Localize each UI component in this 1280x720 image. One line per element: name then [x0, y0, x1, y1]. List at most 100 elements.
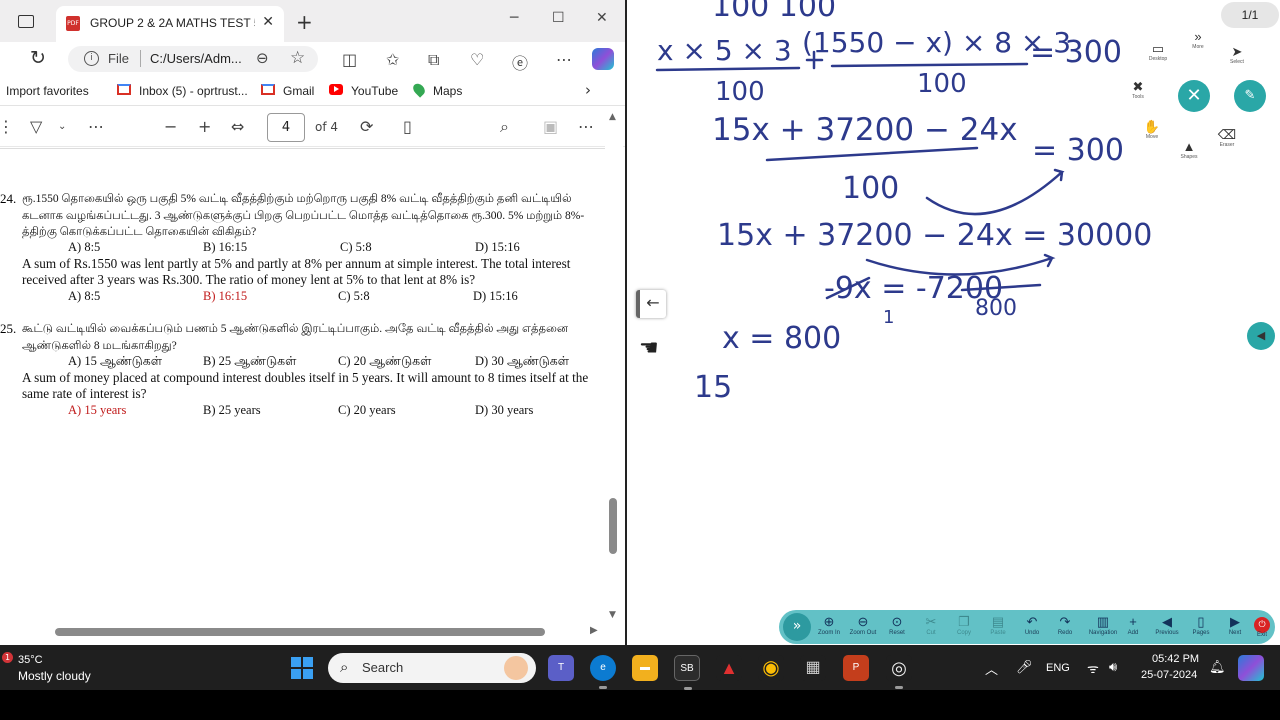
- browser-essentials-icon[interactable]: ♡: [470, 50, 484, 69]
- close-menu-icon[interactable]: ✕: [1178, 80, 1210, 112]
- horizontal-scroll-thumb[interactable]: [55, 628, 545, 636]
- info-icon[interactable]: i: [84, 51, 99, 66]
- highlight-icon[interactable]: ▽: [30, 117, 42, 136]
- volume-icon[interactable]: 🔊︎: [1109, 659, 1117, 675]
- search-icon[interactable]: ⌕: [500, 117, 509, 137]
- sb-whiteboard-icon[interactable]: SB: [674, 655, 700, 690]
- contents-icon[interactable]: ⋮: [0, 117, 14, 136]
- favorite-star-icon[interactable]: ☆: [290, 48, 305, 68]
- expand-toolbar-icon[interactable]: »: [783, 613, 811, 641]
- screen: PDF GROUP 2 & 2A MATHS TEST 5 2 ✕ + ─ ☐ …: [0, 0, 1280, 720]
- minimize-icon[interactable]: ─: [510, 10, 518, 26]
- maximize-icon[interactable]: ☐: [552, 10, 565, 26]
- tool-desktop[interactable]: ▭ Desktop: [1138, 42, 1178, 63]
- language-indicator[interactable]: ENG: [1046, 662, 1070, 674]
- microphone-icon[interactable]: 🎤︎: [1016, 659, 1033, 675]
- zoom-out-icon[interactable]: −: [164, 117, 177, 136]
- btn-label: Paste: [990, 630, 1006, 636]
- pages-icon: ▯: [1197, 614, 1205, 629]
- file-explorer-icon[interactable]: ▬: [632, 655, 658, 681]
- tab-actions-icon[interactable]: [18, 15, 34, 28]
- cut-button[interactable]: ✂ Cut: [914, 614, 948, 636]
- previous-page-button[interactable]: ◀ Previous: [1150, 614, 1184, 636]
- undo-button[interactable]: ↶ Undo: [1015, 614, 1049, 636]
- fav-inbox[interactable]: Inbox (5) - oprtrust...: [139, 84, 248, 98]
- pen-tool[interactable]: ✎: [1234, 80, 1266, 112]
- tool-select[interactable]: ➤ Select: [1217, 45, 1257, 66]
- app-triangle-icon[interactable]: ▲: [716, 655, 742, 681]
- scroll-right-icon[interactable]: ▶: [590, 625, 598, 636]
- exit-button[interactable]: ⏻: [1254, 617, 1270, 633]
- paste-button[interactable]: ▤ Paste: [981, 614, 1015, 636]
- refresh-icon[interactable]: ↻: [30, 47, 46, 69]
- tool-eraser[interactable]: ⌫ Eraser: [1207, 128, 1247, 149]
- url-field[interactable]: i File C:/Users/Adm... ⊖ ☆: [68, 46, 318, 72]
- scroll-up-icon[interactable]: ▲: [609, 112, 616, 122]
- wifi-icon[interactable]: ᯤ: [1087, 659, 1099, 677]
- address-bar: ↻ i File C:/Users/Adm... ⊖ ☆ ◫ ✩ ⧉ ♡ ⓔ ⋯: [0, 42, 625, 76]
- pdf-more-icon[interactable]: ⋯: [578, 117, 594, 136]
- scroll-down-icon[interactable]: ▼: [609, 610, 616, 620]
- chevron-right-icon[interactable]: ›: [585, 81, 591, 99]
- fit-width-icon[interactable]: ⇔: [231, 117, 244, 136]
- reset-button[interactable]: ⊙ Reset: [880, 614, 914, 636]
- tab-close-icon[interactable]: ✕: [262, 14, 274, 30]
- add-page-button[interactable]: + Add: [1116, 614, 1150, 636]
- more-dots-icon[interactable]: ⋯: [556, 50, 572, 69]
- btn-label: Exit: [1256, 632, 1267, 638]
- fav-gmail[interactable]: Gmail: [283, 84, 314, 98]
- zoom-icon[interactable]: ⊖: [256, 49, 269, 67]
- new-tab-icon[interactable]: +: [296, 10, 313, 34]
- rotate-icon[interactable]: ⟳: [360, 117, 373, 136]
- clock-time[interactable]: 05:42 PM: [1152, 653, 1199, 665]
- collapse-panel-icon[interactable]: ←: [636, 290, 666, 318]
- powerpoint-icon[interactable]: P: [843, 655, 869, 681]
- whiteboard[interactable]: 100 100 x × 5 × 3 100 (1550 − x) × 8 × 3…: [625, 0, 1280, 650]
- tool-more[interactable]: » More: [1178, 30, 1218, 51]
- copilot-icon[interactable]: [592, 48, 614, 70]
- reset-icon: ⊙: [891, 614, 903, 629]
- split-screen-icon[interactable]: ◫: [342, 50, 357, 69]
- tool-tools[interactable]: ✖ Tools: [1118, 80, 1158, 101]
- vertical-scroll-thumb[interactable]: [609, 498, 617, 554]
- page-number-input[interactable]: 4: [267, 113, 305, 142]
- screen-tool-icon[interactable]: ▦: [800, 655, 826, 681]
- pdf-toolbar: ⋮ ▽ ⌄ ⋯ − + ⇔ 4 of 4 ⟳ ▯ ⌕ ▣ ⋯: [0, 107, 625, 147]
- redo-button[interactable]: ↷ Redo: [1048, 614, 1082, 636]
- fav-maps[interactable]: Maps: [433, 84, 462, 98]
- clock-date[interactable]: 25-07-2024: [1141, 669, 1197, 681]
- recorder-icon[interactable]: ◎: [886, 655, 912, 689]
- copy-button[interactable]: ❐ Copy: [947, 614, 981, 636]
- chevron-down-icon[interactable]: ⌄: [58, 121, 66, 132]
- pages-button[interactable]: ▯ Pages: [1184, 614, 1218, 636]
- zoom-in-icon[interactable]: +: [198, 117, 211, 136]
- page-view-icon[interactable]: ▯: [403, 117, 412, 136]
- page-indicator[interactable]: 1/1: [1221, 2, 1279, 28]
- tool-shapes[interactable]: ▲ Shapes: [1169, 140, 1209, 161]
- chrome-icon[interactable]: ◉: [758, 655, 784, 681]
- tool-move[interactable]: ✋ Move: [1132, 120, 1172, 141]
- fav-youtube[interactable]: YouTube: [351, 84, 398, 98]
- window-close-icon[interactable]: ✕: [596, 10, 608, 26]
- pan-hand-icon[interactable]: ☚: [639, 336, 659, 361]
- zoom-in-button[interactable]: ⊕ Zoom In: [812, 614, 846, 636]
- save-icon[interactable]: ▣: [543, 117, 558, 136]
- edge-extension-icon[interactable]: ⓔ: [512, 50, 528, 74]
- copilot-taskbar-icon[interactable]: [1238, 655, 1264, 681]
- show-hidden-icons[interactable]: ︿: [985, 659, 998, 678]
- expand-sidebar-icon[interactable]: ◀: [1247, 322, 1275, 350]
- taskbar-search[interactable]: ⌕ Search: [328, 653, 536, 683]
- fraction-line: [655, 66, 801, 72]
- fav-import-favorites[interactable]: Import favorites: [6, 84, 89, 98]
- collections-icon[interactable]: ⧉: [428, 50, 439, 70]
- edge-icon[interactable]: e: [590, 655, 616, 689]
- start-windows-icon[interactable]: [291, 657, 313, 679]
- favorites-icon[interactable]: ✩: [386, 50, 399, 69]
- teams-icon[interactable]: T: [548, 655, 574, 681]
- zoom-out-button[interactable]: ⊖ Zoom Out: [846, 614, 880, 636]
- notifications-bell-icon[interactable]: 🔔︎: [1209, 659, 1226, 675]
- undo-icon: ↶: [1026, 614, 1038, 629]
- tab-pdf-document[interactable]: PDF GROUP 2 & 2A MATHS TEST 5 2 ✕: [56, 6, 284, 42]
- option: D) 15:16: [473, 289, 518, 303]
- more-tools-icon[interactable]: ⋯: [88, 117, 104, 136]
